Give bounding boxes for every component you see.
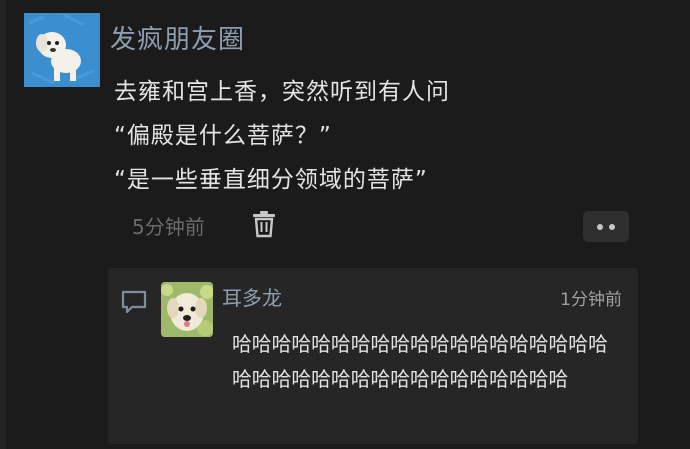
- commenter-name[interactable]: 耳多龙: [222, 282, 282, 311]
- comment-bubble-icon: [120, 289, 148, 315]
- more-dots-icon: [597, 223, 603, 230]
- post-text-line: “偏殿是什么菩萨？”: [114, 123, 332, 149]
- more-dots-icon: [609, 223, 615, 230]
- post-text-line: 去雍和宫上香，突然听到有人问: [114, 79, 450, 105]
- post-text-line: “是一些垂直细分领域的菩萨”: [114, 167, 428, 193]
- post-timestamp: 5分钟前: [132, 215, 205, 239]
- commenter-avatar[interactable]: [161, 282, 213, 337]
- comment-text: 哈哈哈哈哈哈哈哈哈哈哈哈哈哈哈哈哈哈哈哈哈哈哈哈哈哈哈哈哈哈哈哈哈哈哈哈: [232, 333, 608, 391]
- post-author-avatar[interactable]: [24, 13, 100, 87]
- left-edge-strip: [0, 0, 6, 449]
- trash-icon[interactable]: [251, 210, 277, 238]
- cartoon-dog-avatar-icon: [24, 13, 100, 87]
- puppy-photo-icon: [161, 282, 213, 337]
- post-author-name[interactable]: 发疯朋友圈: [110, 19, 245, 56]
- comment-timestamp: 1分钟前: [560, 290, 622, 310]
- more-dots-button[interactable]: [583, 211, 629, 242]
